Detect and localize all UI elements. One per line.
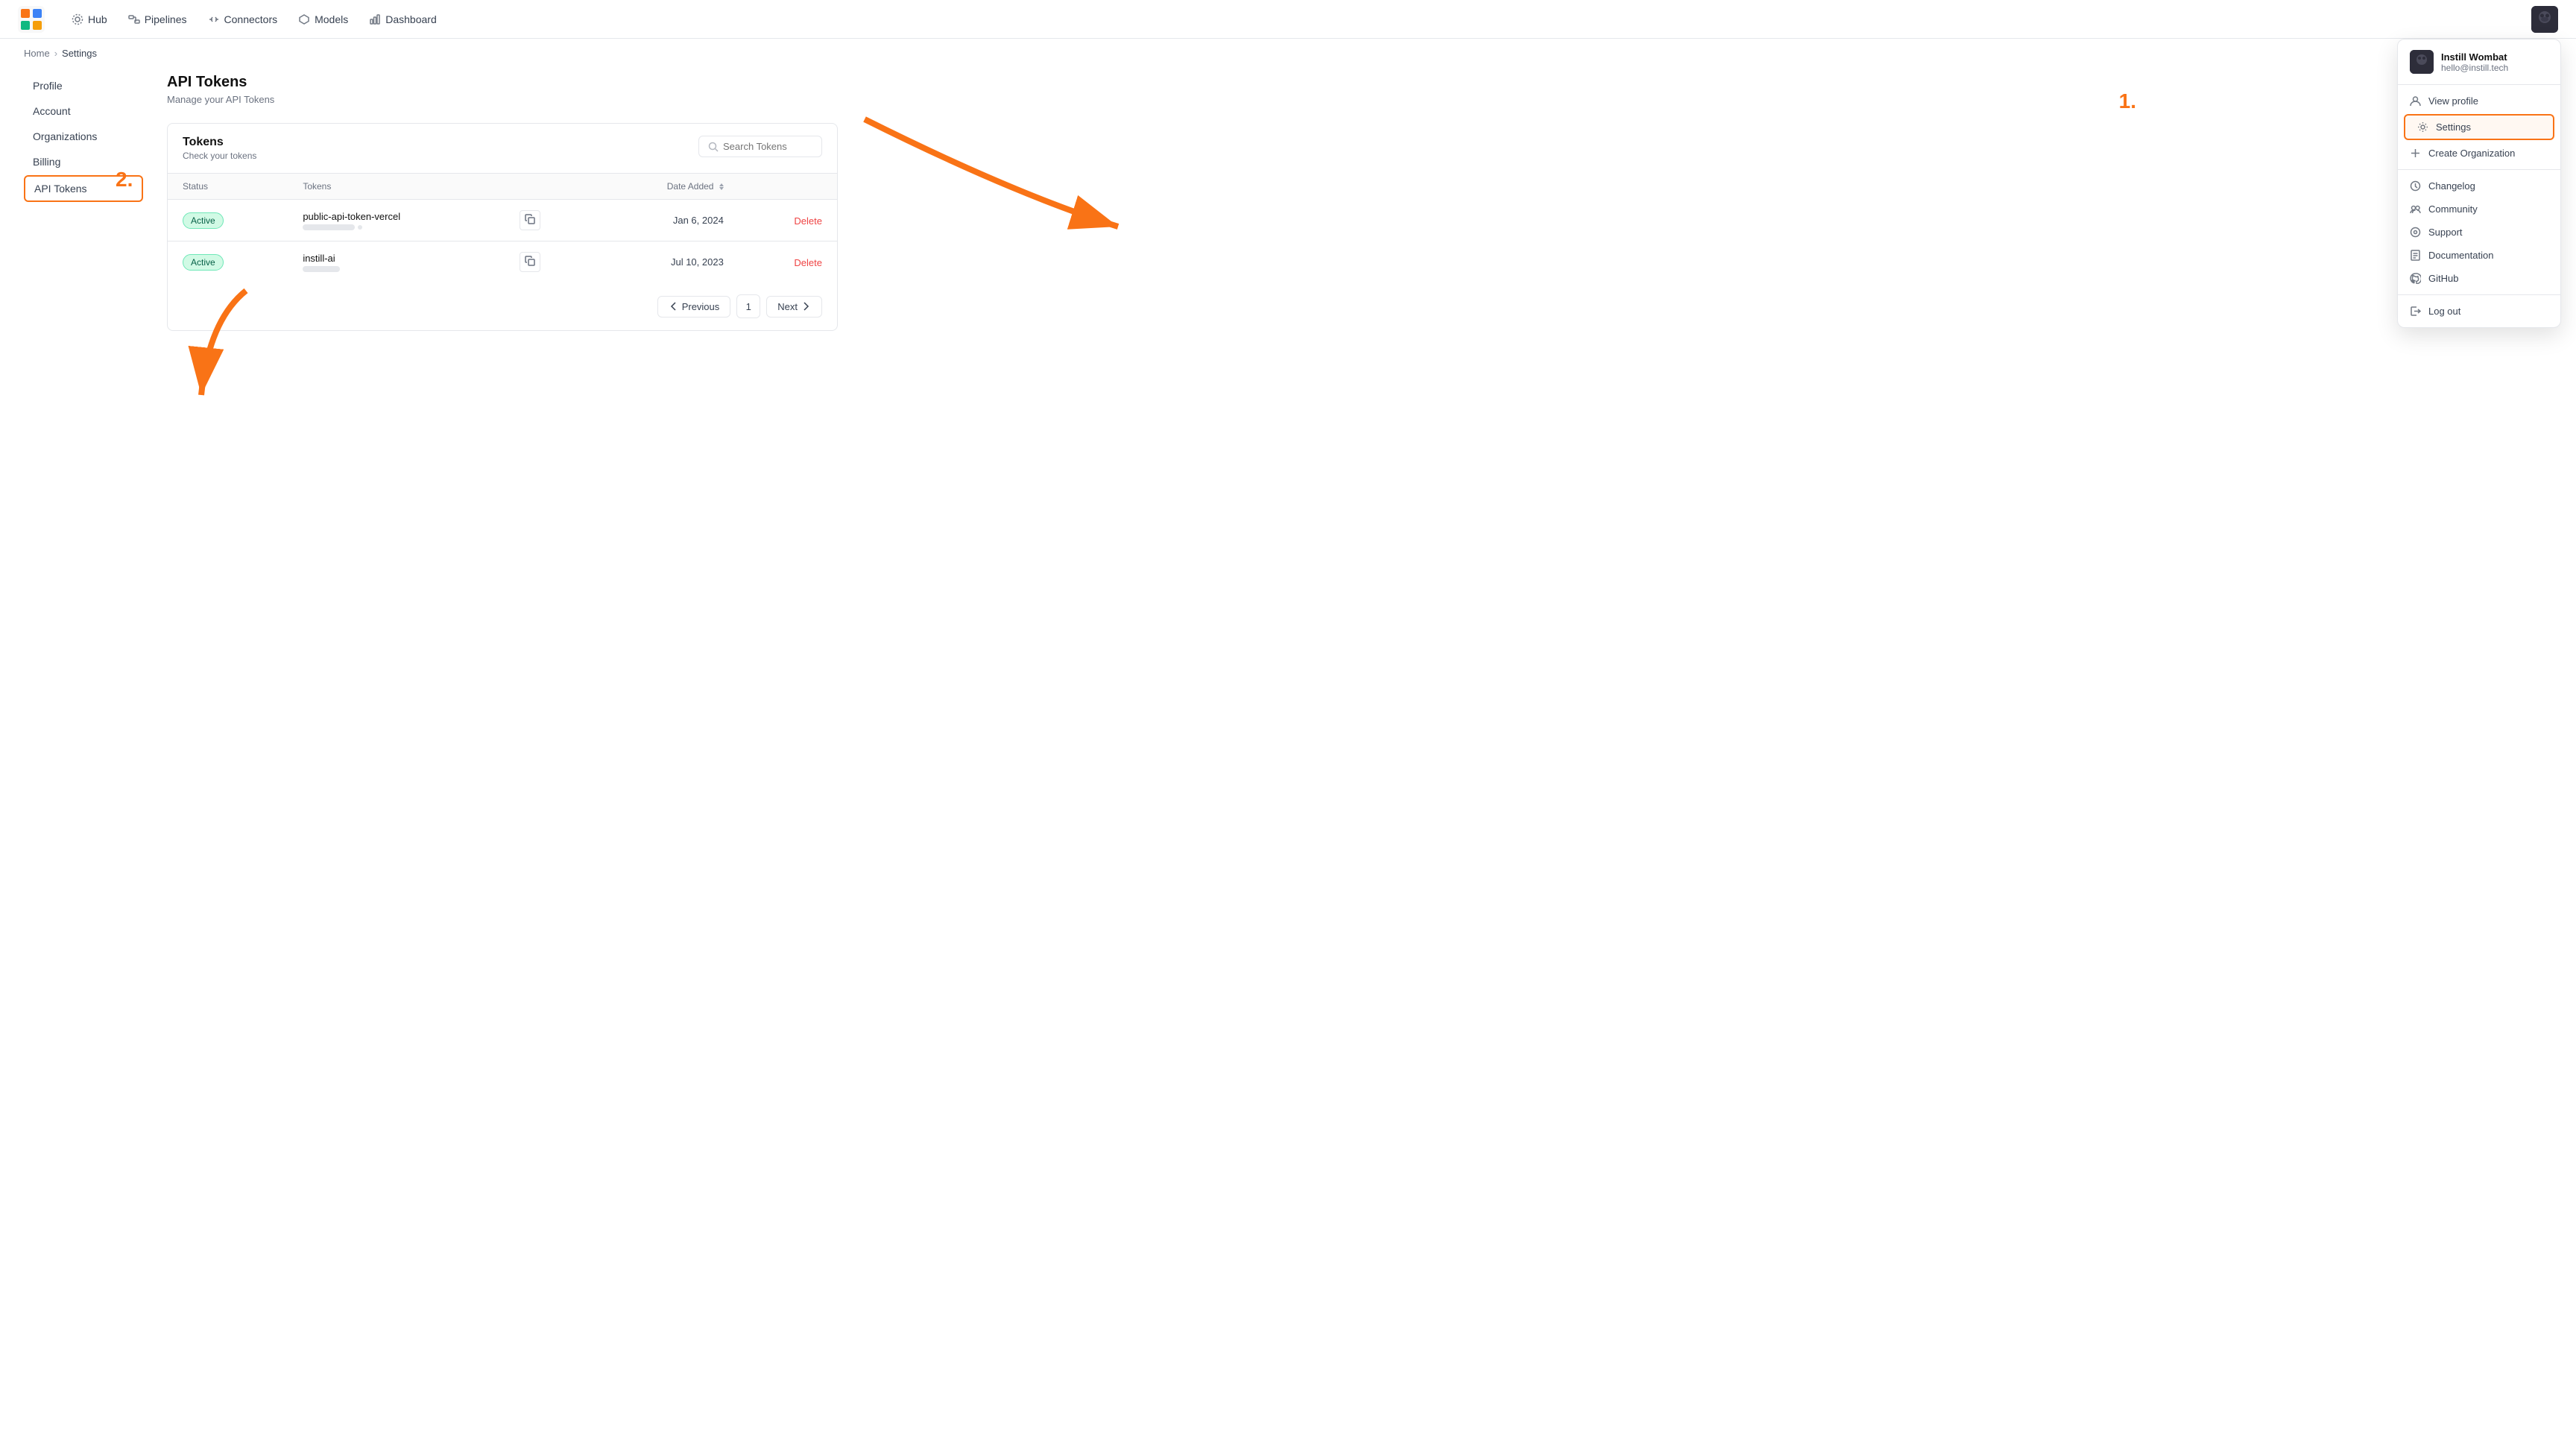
status-badge: Active <box>183 254 224 271</box>
search-icon <box>708 142 719 152</box>
token-name-cell-2: instill-ai <box>288 241 505 283</box>
page-number: 1 <box>736 294 760 318</box>
dropdown-user-info: Instill Wombat hello@instill.tech <box>2441 51 2508 73</box>
sidebar-item-profile[interactable]: Profile <box>24 74 143 98</box>
breadcrumb: Home › Settings <box>0 39 2576 68</box>
dropdown-item-create-org[interactable]: Create Organization <box>2398 142 2560 165</box>
dropdown-item-settings[interactable]: Settings <box>2404 114 2554 140</box>
dropdown-header: Instill Wombat hello@instill.tech <box>2398 40 2560 85</box>
tokens-table: Status Tokens Date Added <box>168 173 837 282</box>
dropdown-avatar <box>2410 50 2434 74</box>
col-status: Status <box>168 174 288 200</box>
settings-content: API Tokens Manage your API Tokens Tokens… <box>167 68 838 331</box>
token-name: public-api-token-vercel <box>303 211 490 222</box>
nav-hub[interactable]: Hub <box>63 9 116 30</box>
table-row: Active public-api-token-vercel <box>168 200 837 241</box>
search-input[interactable] <box>723 141 812 152</box>
dropdown-item-support[interactable]: Support <box>2398 221 2560 244</box>
dropdown-item-community[interactable]: Community <box>2398 198 2560 221</box>
col-date: Date Added <box>591 174 739 200</box>
breadcrumb-separator: › <box>54 48 57 59</box>
nav-models[interactable]: Models <box>289 9 357 30</box>
copy-icon <box>525 256 535 266</box>
support-icon <box>2410 227 2421 238</box>
nav-links: Hub Pipelines Connectors Models Dashboar… <box>63 9 2531 30</box>
dropdown-section-3: Log out <box>2398 294 2560 327</box>
delete-cell-2: Delete <box>739 241 837 283</box>
copy-button-1[interactable] <box>520 210 540 230</box>
table-row: Active instill-ai <box>168 241 837 283</box>
copy-button-2[interactable] <box>520 252 540 272</box>
top-navigation: Hub Pipelines Connectors Models Dashboar… <box>0 0 2576 39</box>
previous-button[interactable]: Previous <box>657 296 731 318</box>
arrow-left-icon <box>669 301 679 312</box>
tokens-subtitle: Check your tokens <box>183 151 256 161</box>
page-subtitle: Manage your API Tokens <box>167 94 838 105</box>
github-icon <box>2410 273 2421 284</box>
arrow-right-icon <box>801 301 811 312</box>
sort-icon <box>719 183 724 190</box>
nav-pipelines[interactable]: Pipelines <box>119 9 196 30</box>
sidebar-item-account[interactable]: Account <box>24 99 143 123</box>
settings-sidebar: Profile Account Organizations Billing AP… <box>24 68 143 331</box>
breadcrumb-home[interactable]: Home <box>24 48 50 59</box>
sidebar-item-billing[interactable]: Billing <box>24 150 143 174</box>
tokens-title: Tokens <box>183 136 256 149</box>
dropdown-user-name: Instill Wombat <box>2441 51 2508 63</box>
delete-button-2[interactable]: Delete <box>794 257 822 268</box>
token-name: instill-ai <box>303 253 490 264</box>
status-cell-1: Active <box>168 200 288 241</box>
settings-icon <box>2417 121 2428 133</box>
copy-icon <box>525 214 535 224</box>
nav-dashboard[interactable]: Dashboard <box>360 9 446 30</box>
copy-cell-2 <box>505 241 591 283</box>
copy-cell-1 <box>505 200 591 241</box>
dropdown-item-documentation[interactable]: Documentation <box>2398 244 2560 267</box>
plus-icon <box>2410 148 2421 159</box>
tokens-card-header: Tokens Check your tokens <box>168 124 837 173</box>
search-box[interactable] <box>698 136 822 157</box>
tokens-card-title-area: Tokens Check your tokens <box>183 136 256 161</box>
pagination: Previous 1 Next <box>168 282 837 330</box>
community-icon <box>2410 203 2421 215</box>
next-button[interactable]: Next <box>766 296 822 318</box>
logout-icon <box>2410 306 2421 317</box>
token-masked <box>303 266 490 272</box>
col-delete <box>739 174 837 200</box>
app-logo[interactable] <box>18 6 45 33</box>
dropdown-item-logout[interactable]: Log out <box>2398 300 2560 323</box>
breadcrumb-current: Settings <box>62 48 97 59</box>
delete-button-1[interactable]: Delete <box>794 215 822 227</box>
user-icon <box>2410 95 2421 107</box>
nav-connectors[interactable]: Connectors <box>199 9 287 30</box>
token-masked <box>303 224 490 230</box>
sidebar-item-organizations[interactable]: Organizations <box>24 124 143 148</box>
status-badge: Active <box>183 212 224 229</box>
main-layout: Profile Account Organizations Billing AP… <box>0 68 2576 331</box>
col-actions <box>505 174 591 200</box>
dropdown-item-view-profile[interactable]: View profile <box>2398 89 2560 113</box>
dropdown-section-2: Changelog Community Support D <box>2398 169 2560 294</box>
token-name-cell-1: public-api-token-vercel <box>288 200 505 241</box>
dropdown-user-email: hello@instill.tech <box>2441 63 2508 73</box>
date-cell-1: Jan 6, 2024 <box>591 200 739 241</box>
tokens-card: Tokens Check your tokens Status Tokens <box>167 123 838 331</box>
status-cell-2: Active <box>168 241 288 283</box>
sidebar-item-api-tokens[interactable]: API Tokens <box>24 175 143 202</box>
user-dropdown-menu: Instill Wombat hello@instill.tech View p… <box>2397 39 2561 328</box>
delete-cell-1: Delete <box>739 200 837 241</box>
dropdown-section-1: View profile Settings Create Organizatio… <box>2398 85 2560 169</box>
changelog-icon <box>2410 180 2421 192</box>
page-title: API Tokens <box>167 74 838 91</box>
date-cell-2: Jul 10, 2023 <box>591 241 739 283</box>
user-avatar[interactable] <box>2531 6 2558 33</box>
dropdown-item-github[interactable]: GitHub <box>2398 267 2560 290</box>
doc-icon <box>2410 250 2421 261</box>
col-tokens: Tokens <box>288 174 505 200</box>
dropdown-item-changelog[interactable]: Changelog <box>2398 174 2560 198</box>
